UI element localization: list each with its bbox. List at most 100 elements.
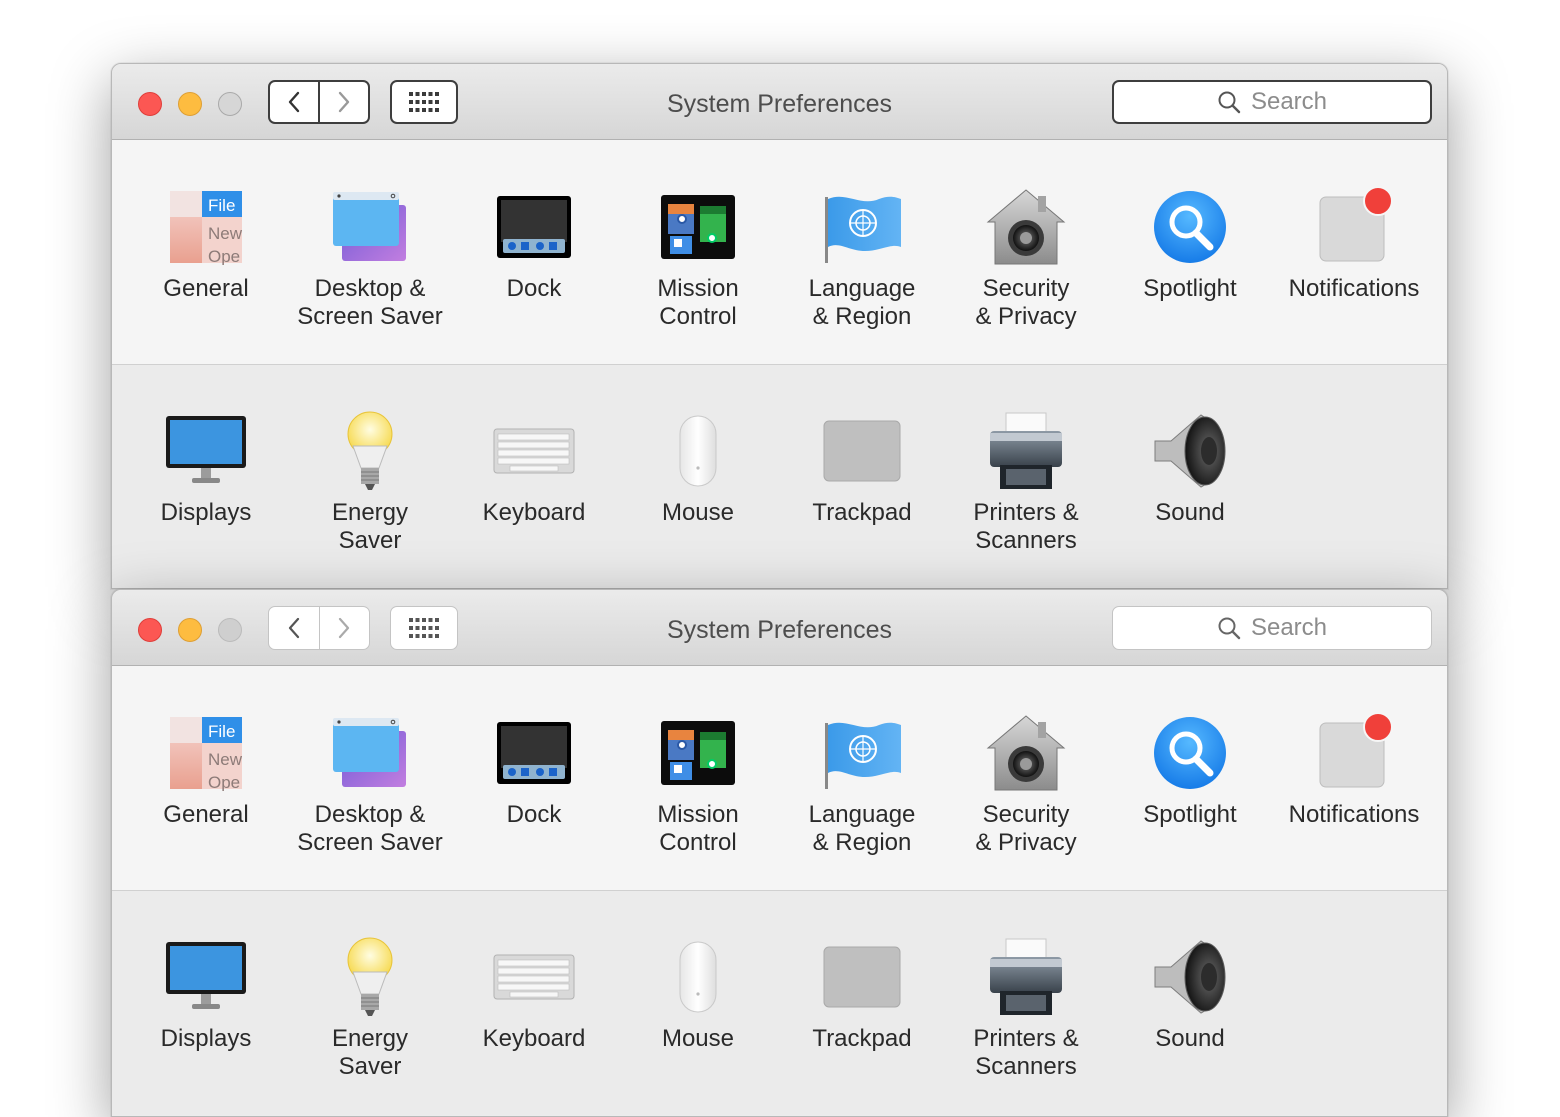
- pref-pane-mission-control[interactable]: Mission Control: [616, 711, 780, 890]
- pref-pane-label: Security & Privacy: [975, 801, 1077, 856]
- pref-pane-label: General: [163, 275, 249, 302]
- system-preferences-window-2: System Preferences Search File New Ope Ge…: [111, 589, 1448, 1117]
- general-icon: File New Ope: [161, 711, 251, 795]
- pref-pane-sound[interactable]: Sound: [1108, 935, 1272, 1115]
- svg-text:Ope: Ope: [208, 773, 240, 791]
- pref-pane-label: Mission Control: [657, 275, 739, 330]
- pref-pane-language-region[interactable]: Language & Region: [780, 711, 944, 890]
- svg-text:New: New: [208, 224, 243, 243]
- trackpad-icon: [817, 935, 907, 1019]
- pref-pane-label: Trackpad: [812, 1025, 912, 1052]
- sound-icon: [1145, 409, 1235, 493]
- printers-scanners-icon: [981, 935, 1071, 1019]
- pref-pane-label: Displays: [160, 499, 252, 526]
- pref-pane-label: Notifications: [1288, 275, 1420, 302]
- pref-pane-label: Printers & Scanners: [973, 1025, 1079, 1080]
- pref-pane-label: Desktop & Screen Saver: [297, 275, 443, 330]
- svg-text:File: File: [208, 196, 235, 215]
- general-icon: File New Ope: [161, 185, 251, 269]
- preferences-row-hardware: Displays Energy Saver Keyboard Mouse Tra…: [112, 891, 1447, 1115]
- mission-control-icon: [653, 711, 743, 795]
- pref-pane-security-privacy[interactable]: Security & Privacy: [944, 185, 1108, 364]
- desktop-screensaver-icon: [325, 711, 415, 795]
- search-field[interactable]: Search: [1112, 606, 1432, 650]
- keyboard-icon: [489, 409, 579, 493]
- pref-pane-label: Keyboard: [482, 499, 586, 526]
- pref-pane-keyboard[interactable]: Keyboard: [452, 409, 616, 588]
- pref-pane-label: Language & Region: [808, 801, 916, 856]
- pref-pane-security-privacy[interactable]: Security & Privacy: [944, 711, 1108, 890]
- pref-pane-label: Desktop & Screen Saver: [297, 801, 443, 856]
- pref-pane-keyboard[interactable]: Keyboard: [452, 935, 616, 1115]
- pref-pane-label: Keyboard: [482, 1025, 586, 1052]
- pref-pane-general[interactable]: File New Ope General: [124, 185, 288, 364]
- spotlight-icon: [1145, 711, 1235, 795]
- svg-text:File: File: [208, 722, 235, 741]
- pref-pane-mouse[interactable]: Mouse: [616, 409, 780, 588]
- notifications-icon: [1309, 711, 1399, 795]
- notifications-icon: [1309, 185, 1399, 269]
- pref-pane-mouse[interactable]: Mouse: [616, 935, 780, 1115]
- pref-pane-displays[interactable]: Displays: [124, 935, 288, 1115]
- titlebar: System Preferences Search: [112, 64, 1447, 140]
- pref-pane-spotlight[interactable]: Spotlight: [1108, 711, 1272, 890]
- pref-pane-label: Spotlight: [1143, 801, 1237, 828]
- pref-pane-notifications[interactable]: Notifications: [1272, 185, 1436, 364]
- preferences-row-personal: File New Ope General Desktop & Screen Sav…: [112, 140, 1447, 365]
- pref-pane-language-region[interactable]: Language & Region: [780, 185, 944, 364]
- preferences-row-personal: File New Ope General Desktop & Screen Sav…: [112, 666, 1447, 891]
- language-region-icon: [817, 711, 907, 795]
- pref-pane-label: Energy Saver: [331, 499, 409, 554]
- pref-pane-energy-saver[interactable]: Energy Saver: [288, 935, 452, 1115]
- pref-pane-notifications[interactable]: Notifications: [1272, 711, 1436, 890]
- dock-icon: [489, 185, 579, 269]
- energy-saver-icon: [325, 409, 415, 493]
- pref-pane-label: Printers & Scanners: [973, 499, 1079, 554]
- pref-pane-label: Trackpad: [812, 499, 912, 526]
- pref-pane-desktop-screen-saver[interactable]: Desktop & Screen Saver: [288, 711, 452, 890]
- svg-text:New: New: [208, 750, 243, 769]
- sound-icon: [1145, 935, 1235, 1019]
- mouse-icon: [653, 409, 743, 493]
- pref-pane-label: Mouse: [661, 1025, 735, 1052]
- pref-pane-label: Sound: [1155, 499, 1225, 526]
- pref-pane-general[interactable]: File New Ope General: [124, 711, 288, 890]
- pref-pane-printers-scanners[interactable]: Printers & Scanners: [944, 935, 1108, 1115]
- energy-saver-icon: [325, 935, 415, 1019]
- dock-icon: [489, 711, 579, 795]
- pref-pane-printers-scanners[interactable]: Printers & Scanners: [944, 409, 1108, 588]
- language-region-icon: [817, 185, 907, 269]
- pref-pane-dock[interactable]: Dock: [452, 185, 616, 364]
- pref-pane-label: General: [163, 801, 249, 828]
- titlebar: System Preferences Search: [112, 590, 1447, 666]
- pref-pane-label: Mission Control: [657, 801, 739, 856]
- pref-pane-sound[interactable]: Sound: [1108, 409, 1272, 588]
- pref-pane-mission-control[interactable]: Mission Control: [616, 185, 780, 364]
- displays-icon: [161, 409, 251, 493]
- pref-pane-label: Security & Privacy: [975, 275, 1077, 330]
- pref-pane-label: Mouse: [661, 499, 735, 526]
- search-placeholder: Search: [1250, 614, 1328, 641]
- preferences-row-hardware: Displays Energy Saver Keyboard Mouse Tra…: [112, 365, 1447, 588]
- mouse-icon: [653, 935, 743, 1019]
- security-privacy-icon: [981, 185, 1071, 269]
- mission-control-icon: [653, 185, 743, 269]
- pref-pane-desktop-screen-saver[interactable]: Desktop & Screen Saver: [288, 185, 452, 364]
- pref-pane-label: Energy Saver: [331, 1025, 409, 1080]
- pref-pane-trackpad[interactable]: Trackpad: [780, 935, 944, 1115]
- pref-pane-displays[interactable]: Displays: [124, 409, 288, 588]
- search-field[interactable]: Search: [1112, 80, 1432, 124]
- displays-icon: [161, 935, 251, 1019]
- pref-pane-spotlight[interactable]: Spotlight: [1108, 185, 1272, 364]
- pref-pane-label: Language & Region: [808, 275, 916, 330]
- pref-pane-label: Sound: [1155, 1025, 1225, 1052]
- pref-pane-energy-saver[interactable]: Energy Saver: [288, 409, 452, 588]
- system-preferences-window-1: System Preferences Search File New Ope Ge…: [111, 63, 1448, 589]
- pref-pane-label: Dock: [506, 275, 562, 302]
- pref-pane-label: Spotlight: [1143, 275, 1237, 302]
- pref-pane-dock[interactable]: Dock: [452, 711, 616, 890]
- pref-pane-label: Notifications: [1288, 801, 1420, 828]
- svg-text:Ope: Ope: [208, 247, 240, 265]
- pref-pane-trackpad[interactable]: Trackpad: [780, 409, 944, 588]
- search-placeholder: Search: [1250, 88, 1328, 115]
